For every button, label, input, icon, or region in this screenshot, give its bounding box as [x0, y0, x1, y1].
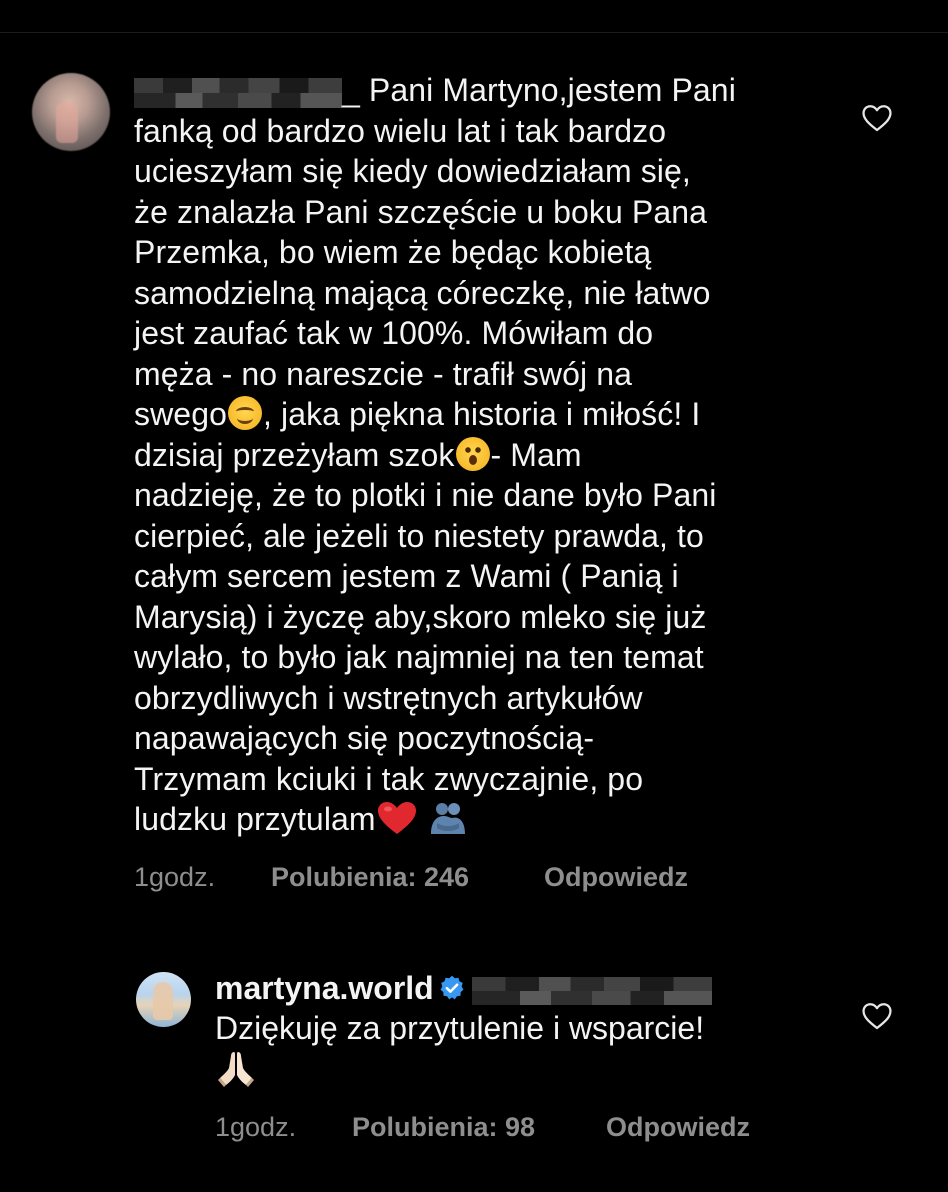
comment-line-6: samodzielną mającą córeczkę, nie łatwo: [134, 274, 711, 311]
reply-timestamp: 1godz.: [215, 1112, 297, 1142]
comment-line-14: Marysią) i życzę aby,skoro mleko się już: [134, 598, 707, 635]
comment-line-16: obrzydliwych i wstrętnych artykułów: [134, 679, 643, 716]
comment-like-icon[interactable]: [860, 101, 894, 135]
comment-line-1: _ Pani Martyno,jestem Pani: [134, 70, 824, 111]
comment-line-text: swego: [134, 396, 227, 432]
comment-line-10: dzisiaj przeżyłam szok - Mam: [134, 435, 824, 476]
people-hugging-emoji: [428, 801, 468, 835]
comment-line-8: męża - no nareszcie - trafił swój na: [134, 355, 633, 392]
reply-username[interactable]: martyna.world: [215, 970, 434, 1006]
smiling-face-emoji: [228, 396, 262, 430]
comment-line-2: fanką od bardzo wielu lat i tak bardzo: [134, 112, 667, 149]
comment-likes-count[interactable]: Polubienia: 246: [271, 862, 469, 893]
reply-emoji-line: [215, 1048, 855, 1089]
comment-line-15: wylało, to było jak najmniej na ten tema…: [134, 639, 704, 675]
comment-line-17: napawających się poczytnością-: [134, 720, 595, 756]
comment-line-text: , jaka piękna historia i miłość! I: [263, 396, 701, 432]
folded-hands-emoji: [216, 1048, 256, 1088]
reply-like-icon[interactable]: [860, 999, 894, 1033]
reply-text-block: martyna.world Dziękuję za przytulenie i …: [215, 968, 855, 1089]
comment-line-text: ludzku przytulam: [134, 801, 376, 837]
comment-line-text: - Mam: [490, 436, 582, 473]
reply-meta: 1godz. Polubienia: 98 Odpowiedz: [215, 1112, 835, 1146]
reply-likes-count[interactable]: Polubienia: 98: [352, 1112, 535, 1143]
comment-line-19: ludzku przytulam: [134, 799, 824, 840]
comment-timestamp: 1godz.: [134, 862, 216, 892]
top-divider: [0, 32, 948, 33]
comment-line-7: jest zaufać tak w 100%. Mówiłam do: [134, 315, 654, 351]
comment-line-4: że znalazła Pani szczęście u boku Pana: [134, 193, 708, 230]
username-suffix: _: [342, 72, 360, 108]
redacted-mention[interactable]: [471, 976, 712, 1005]
reply-avatar[interactable]: [136, 972, 191, 1027]
comment-line-12: cierpieć, ale jeżeli to niestety prawda,…: [134, 517, 704, 554]
reply-line-text: Dziękuję za przytulenie i wsparcie!: [215, 1010, 705, 1046]
comment-line-18: Trzymam kciuki i tak zwyczajnie, po: [134, 760, 644, 797]
red-heart-emoji: [377, 801, 417, 835]
comment-line-text: Pani Martyno,jestem Pani: [368, 72, 736, 108]
comment-meta: 1godz. Polubienia: 246 Odpowiedz: [134, 862, 774, 896]
comment-line-9: swego , jaka piękna historia i miłość! I: [134, 394, 824, 435]
comment-line-5: Przemka, bo wiem że będąc kobietą: [134, 234, 652, 270]
commenter-avatar[interactable]: [32, 73, 110, 151]
comment-text: _ Pani Martyno,jestem Pani fanką od bard…: [134, 70, 824, 840]
comment-line-11: nadzieję, że to plotki i nie dane było P…: [134, 477, 717, 513]
reply-reply-button[interactable]: Odpowiedz: [606, 1112, 750, 1143]
redacted-username[interactable]: [134, 77, 342, 108]
comment-line-text: dzisiaj przeżyłam szok: [134, 436, 455, 473]
comment-reply-button[interactable]: Odpowiedz: [544, 862, 688, 893]
comment-line-3: ucieszyłam się kiedy dowiedziałam się,: [134, 153, 691, 189]
comment-line-13: całym sercem jestem z Wami ( Panią i: [134, 558, 679, 594]
reply-header-line: martyna.world: [215, 968, 855, 1008]
hushed-face-emoji: [455, 436, 490, 471]
verified-badge-icon: [438, 971, 466, 1000]
